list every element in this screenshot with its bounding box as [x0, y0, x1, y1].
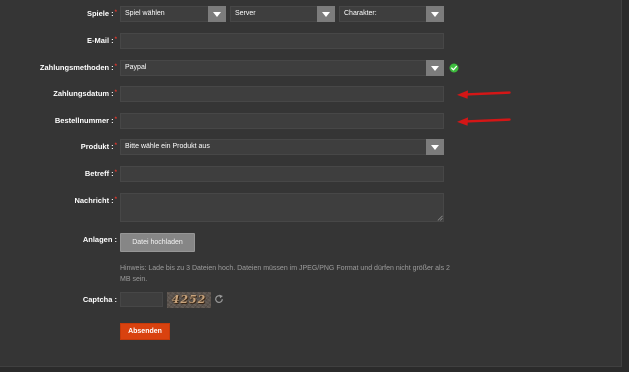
- required-marker: *: [114, 64, 117, 70]
- server-select-dropdown-button[interactable]: [317, 6, 335, 22]
- payment-method-label: Zahlungsmethoden :*: [0, 60, 117, 77]
- game-select[interactable]: Spiel wählen: [120, 6, 226, 22]
- captcha-label-text: Captcha :: [82, 295, 117, 304]
- submit-button[interactable]: Absenden: [120, 323, 170, 340]
- chevron-down-icon: [213, 12, 221, 17]
- resize-handle-icon[interactable]: [437, 215, 443, 221]
- required-marker: *: [114, 37, 117, 43]
- payment-date-label: Zahlungsdatum :*: [0, 86, 117, 103]
- payment-date-field[interactable]: [120, 86, 444, 102]
- product-select-value: Bitte wähle ein Produkt aus: [125, 143, 210, 150]
- game-select-value: Spiel wählen: [125, 10, 165, 17]
- product-label: Produkt :*: [0, 139, 117, 156]
- email-label-text: E-Mail :: [86, 36, 114, 45]
- order-number-label: Bestellnummer :*: [0, 113, 117, 130]
- annotation-arrow: [457, 117, 511, 126]
- character-select[interactable]: Charakter:: [339, 6, 444, 22]
- chevron-down-icon: [431, 145, 439, 150]
- upload-file-button[interactable]: Datei hochladen: [120, 233, 195, 252]
- required-marker: *: [114, 117, 117, 123]
- message-label: Nachricht :*: [0, 193, 117, 210]
- server-select[interactable]: Server: [230, 6, 335, 22]
- email-label: E-Mail :*: [0, 33, 117, 50]
- character-select-value: Charakter:: [344, 10, 377, 17]
- product-select[interactable]: Bitte wähle ein Produkt aus: [120, 139, 444, 155]
- subject-label: Betreff :*: [0, 166, 117, 183]
- server-select-value: Server: [235, 10, 256, 17]
- annotation-arrow: [457, 90, 511, 99]
- games-label-text: Spiele :: [86, 9, 114, 18]
- captcha-image: 4252: [167, 292, 211, 308]
- captcha-code: 4252: [171, 293, 207, 306]
- payment-method-dropdown-button[interactable]: [426, 60, 444, 76]
- required-marker: *: [114, 10, 117, 16]
- attachments-label-text: Anlagen :: [82, 235, 117, 244]
- required-marker: *: [114, 197, 117, 203]
- contact-form-page: Spiele :* Spiel wählen Server Charakter:…: [0, 0, 629, 372]
- product-dropdown-button[interactable]: [426, 139, 444, 155]
- games-label: Spiele :*: [0, 6, 117, 23]
- message-label-text: Nachricht :: [74, 196, 114, 205]
- game-select-dropdown-button[interactable]: [208, 6, 226, 22]
- required-marker: *: [114, 143, 117, 149]
- captcha-input[interactable]: [120, 292, 163, 307]
- chevron-down-icon: [322, 12, 330, 17]
- refresh-icon[interactable]: [214, 294, 224, 304]
- attachments-label: Anlagen :: [0, 233, 117, 246]
- payment-date-label-text: Zahlungsdatum :: [53, 89, 114, 98]
- chevron-down-icon: [431, 12, 439, 17]
- subject-label-text: Betreff :: [84, 169, 114, 178]
- payment-method-select-value: Paypal: [125, 64, 147, 71]
- upload-hint: Hinweis: Lade bis zu 3 Dateien hoch. Dat…: [120, 265, 450, 283]
- subject-field[interactable]: [120, 166, 444, 182]
- payment-method-select[interactable]: Paypal: [120, 60, 444, 76]
- order-number-label-text: Bestellnummer :: [54, 116, 114, 125]
- character-select-dropdown-button[interactable]: [426, 6, 444, 22]
- email-field[interactable]: [120, 33, 444, 49]
- message-textarea[interactable]: [120, 193, 444, 222]
- form-panel: Spiele :* Spiel wählen Server Charakter:…: [0, 0, 622, 367]
- product-label-text: Produkt :: [80, 142, 114, 151]
- payment-method-label-text: Zahlungsmethoden :: [39, 63, 114, 72]
- order-number-field[interactable]: [120, 113, 444, 129]
- chevron-down-icon: [431, 66, 439, 71]
- required-marker: *: [114, 90, 117, 96]
- check-circle-icon: [449, 63, 459, 73]
- required-marker: *: [114, 170, 117, 176]
- captcha-label: Captcha :: [0, 292, 117, 307]
